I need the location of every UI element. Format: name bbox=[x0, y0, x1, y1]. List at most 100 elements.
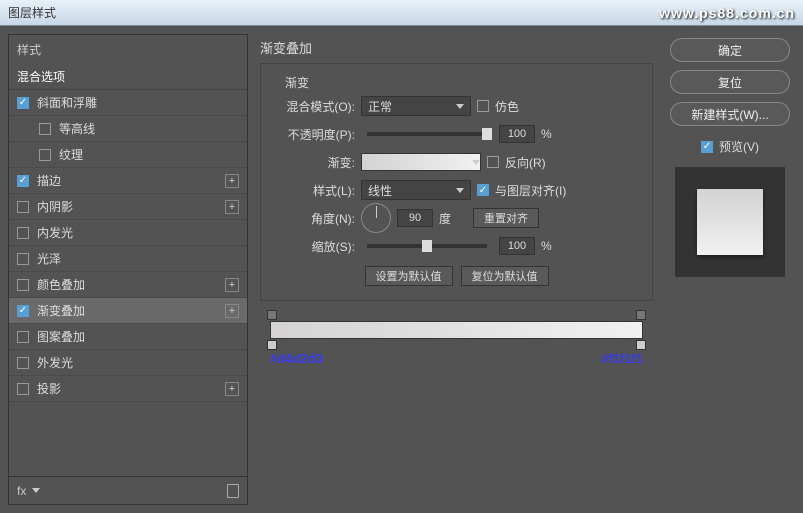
reset-align-button[interactable]: 重置对齐 bbox=[473, 208, 539, 228]
opacity-stop-right[interactable] bbox=[636, 310, 646, 320]
scale-label: 缩放(S): bbox=[275, 238, 355, 255]
scale-input[interactable]: 100 bbox=[499, 237, 535, 255]
titlebar[interactable]: 图层样式 www.ps88.com.cn bbox=[0, 0, 803, 26]
style-checkbox[interactable] bbox=[17, 201, 29, 213]
style-item-6[interactable]: 光泽 bbox=[9, 246, 247, 272]
style-label: 内阴影 bbox=[37, 198, 225, 215]
style-label: 内发光 bbox=[37, 224, 239, 241]
styles-header: 样式 bbox=[9, 35, 247, 64]
add-effect-icon[interactable]: + bbox=[225, 174, 239, 188]
preview-label: 预览(V) bbox=[719, 138, 759, 155]
opacity-label: 不透明度(P): bbox=[275, 126, 355, 143]
style-checkbox[interactable] bbox=[39, 123, 51, 135]
styles-footer: fx bbox=[9, 476, 247, 504]
reset-default-button[interactable]: 复位为默认值 bbox=[461, 266, 549, 286]
scale-slider[interactable] bbox=[367, 244, 487, 248]
layer-style-dialog: 图层样式 www.ps88.com.cn 样式 混合选项 ✓ 斜面和浮雕等高线纹理… bbox=[0, 0, 803, 513]
style-label: 投影 bbox=[37, 380, 225, 397]
style-item-0[interactable]: ✓ 斜面和浮雕 bbox=[9, 90, 247, 116]
style-checkbox[interactable] bbox=[17, 383, 29, 395]
preview-thumbnail bbox=[697, 189, 763, 255]
style-label: 描边 bbox=[37, 172, 225, 189]
new-style-button[interactable]: 新建样式(W)... bbox=[670, 102, 790, 126]
gradient-fieldset: 渐变 混合模式(O): 正常 仿色 不透明度(P): 100 % 渐变: bbox=[260, 63, 653, 301]
styles-panel: 样式 混合选项 ✓斜面和浮雕等高线纹理✓描边+内阴影+内发光光泽颜色叠加+✓渐变… bbox=[8, 34, 248, 505]
gradient-swatch[interactable] bbox=[361, 153, 481, 171]
add-effect-icon[interactable]: + bbox=[225, 382, 239, 396]
section-title: 渐变叠加 bbox=[260, 38, 653, 57]
trash-icon[interactable] bbox=[227, 484, 239, 498]
style-checkbox[interactable] bbox=[17, 227, 29, 239]
style-item-8[interactable]: ✓ 渐变叠加+ bbox=[9, 298, 247, 324]
style-label: 图案叠加 bbox=[37, 328, 239, 345]
degree-label: 度 bbox=[439, 210, 451, 227]
blend-mode-select[interactable]: 正常 bbox=[361, 96, 471, 116]
add-effect-icon[interactable]: + bbox=[225, 200, 239, 214]
style-label: 斜面和浮雕 bbox=[37, 94, 239, 111]
dither-label: 仿色 bbox=[495, 98, 519, 115]
style-checkbox[interactable] bbox=[39, 149, 51, 161]
style-label: 样式(L): bbox=[275, 182, 355, 199]
color-stop-left[interactable] bbox=[267, 340, 277, 350]
angle-input[interactable]: 90 bbox=[397, 209, 433, 227]
ok-button[interactable]: 确定 bbox=[670, 38, 790, 62]
style-label: 光泽 bbox=[37, 250, 239, 267]
add-effect-icon[interactable]: + bbox=[225, 304, 239, 318]
style-item-1[interactable]: 等高线 bbox=[9, 116, 247, 142]
cancel-button[interactable]: 复位 bbox=[670, 70, 790, 94]
opacity-stop-left[interactable] bbox=[267, 310, 277, 320]
style-checkbox[interactable] bbox=[17, 357, 29, 369]
color-left-label: #d4d2d3 bbox=[270, 351, 323, 366]
gradient-bar[interactable] bbox=[270, 321, 643, 339]
style-item-4[interactable]: 内阴影+ bbox=[9, 194, 247, 220]
style-checkbox[interactable] bbox=[17, 253, 29, 265]
preview-checkbox[interactable]: ✓ bbox=[701, 141, 713, 153]
chevron-down-icon bbox=[456, 188, 464, 193]
dither-checkbox[interactable] bbox=[477, 100, 489, 112]
style-item-9[interactable]: 图案叠加 bbox=[9, 324, 247, 350]
chevron-down-icon bbox=[456, 104, 464, 109]
fx-icon[interactable]: fx bbox=[17, 484, 26, 498]
options-panel: 渐变叠加 渐变 混合模式(O): 正常 仿色 不透明度(P): 100 % bbox=[256, 34, 657, 505]
blend-options-header[interactable]: 混合选项 bbox=[9, 64, 247, 90]
color-right-label: #f1f1f1 bbox=[601, 351, 643, 366]
style-item-5[interactable]: 内发光 bbox=[9, 220, 247, 246]
watermark: www.ps88.com.cn bbox=[659, 5, 795, 21]
color-stop-right[interactable] bbox=[636, 340, 646, 350]
chevron-down-icon bbox=[472, 160, 480, 165]
chevron-down-icon[interactable] bbox=[32, 488, 40, 493]
reverse-checkbox[interactable] bbox=[487, 156, 499, 168]
add-effect-icon[interactable]: + bbox=[225, 278, 239, 292]
set-default-button[interactable]: 设置为默认值 bbox=[365, 266, 453, 286]
angle-dial[interactable] bbox=[361, 203, 391, 233]
opacity-slider[interactable] bbox=[367, 132, 487, 136]
style-label: 渐变叠加 bbox=[37, 302, 225, 319]
style-label: 外发光 bbox=[37, 354, 239, 371]
style-item-10[interactable]: 外发光 bbox=[9, 350, 247, 376]
preview-box bbox=[675, 167, 785, 277]
reverse-label: 反向(R) bbox=[505, 154, 546, 171]
style-label: 纹理 bbox=[59, 146, 239, 163]
align-checkbox[interactable]: ✓ bbox=[477, 184, 489, 196]
style-label: 颜色叠加 bbox=[37, 276, 225, 293]
style-checkbox[interactable]: ✓ bbox=[17, 97, 29, 109]
action-panel: 确定 复位 新建样式(W)... ✓ 预览(V) bbox=[665, 34, 795, 505]
style-checkbox[interactable] bbox=[17, 279, 29, 291]
gradient-editor: #d4d2d3 #f1f1f1 bbox=[260, 321, 653, 366]
style-label: 等高线 bbox=[59, 120, 239, 137]
opacity-input[interactable]: 100 bbox=[499, 125, 535, 143]
style-item-7[interactable]: 颜色叠加+ bbox=[9, 272, 247, 298]
style-checkbox[interactable] bbox=[17, 331, 29, 343]
style-checkbox[interactable]: ✓ bbox=[17, 175, 29, 187]
align-label: 与图层对齐(I) bbox=[495, 182, 566, 199]
blend-mode-label: 混合模式(O): bbox=[275, 98, 355, 115]
gradient-label: 渐变: bbox=[275, 154, 355, 171]
style-item-11[interactable]: 投影+ bbox=[9, 376, 247, 402]
style-select[interactable]: 线性 bbox=[361, 180, 471, 200]
style-checkbox[interactable]: ✓ bbox=[17, 305, 29, 317]
fieldset-label: 渐变 bbox=[281, 74, 313, 91]
style-item-3[interactable]: ✓ 描边+ bbox=[9, 168, 247, 194]
style-list: ✓斜面和浮雕等高线纹理✓描边+内阴影+内发光光泽颜色叠加+✓渐变叠加+图案叠加外… bbox=[9, 90, 247, 476]
style-item-2[interactable]: 纹理 bbox=[9, 142, 247, 168]
angle-label: 角度(N): bbox=[275, 210, 355, 227]
